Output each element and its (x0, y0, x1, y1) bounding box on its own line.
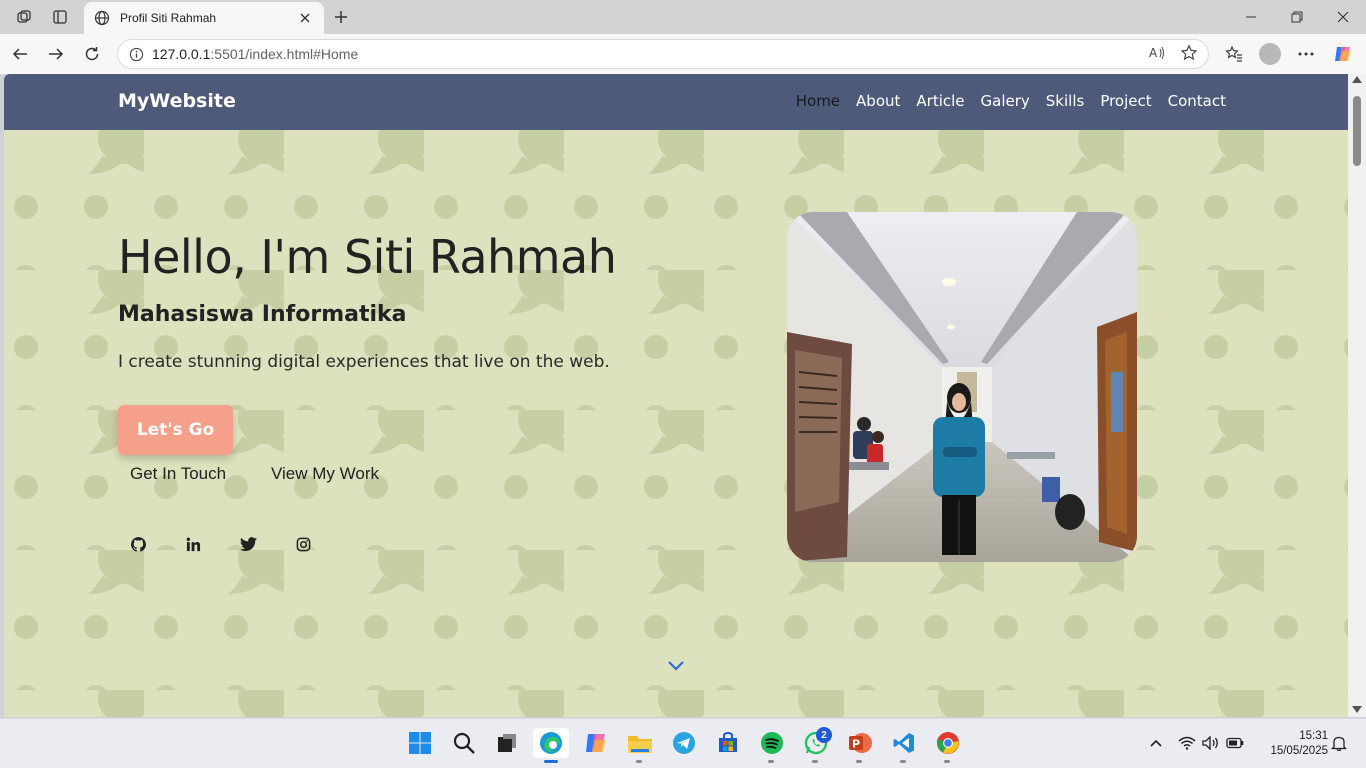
nav-link-project[interactable]: Project (1100, 92, 1151, 110)
avatar (1259, 43, 1281, 65)
globe-icon (94, 10, 110, 26)
url-host: 127.0.0.1 (152, 46, 211, 62)
chevron-up-icon[interactable] (1147, 734, 1165, 752)
windows-start-icon[interactable] (405, 728, 435, 758)
system-clock[interactable]: 15:31 15/05/2025 (1254, 729, 1328, 759)
refresh-icon[interactable] (80, 42, 104, 66)
profile-avatar[interactable] (1258, 42, 1282, 66)
wifi-icon[interactable] (1178, 734, 1196, 752)
svg-text:A: A (1149, 46, 1158, 60)
powerpoint-indicator (856, 760, 862, 763)
site-navbar: MyWebsite Home About Article Galery Skil… (4, 74, 1348, 130)
url-path: :5501/index.html#Home (210, 46, 359, 62)
task-view-icon[interactable] (492, 728, 522, 758)
scroll-down-icon[interactable] (1352, 706, 1362, 713)
notification-bell-icon[interactable] (1330, 734, 1348, 752)
favorites-icon[interactable] (1222, 42, 1246, 66)
close-tab-icon[interactable] (296, 9, 314, 27)
minimize-icon[interactable] (1228, 0, 1274, 34)
explorer-indicator (636, 760, 642, 763)
tab-strip: Profil Siti Rahmah (0, 0, 1366, 34)
tab-title: Profil Siti Rahmah (120, 11, 217, 25)
back-icon[interactable] (8, 42, 32, 66)
whatsapp-indicator (812, 760, 818, 763)
github-icon[interactable] (128, 534, 148, 554)
chevron-down-icon[interactable] (666, 658, 686, 672)
microsoft-store-icon[interactable] (713, 728, 743, 758)
chrome-indicator (944, 760, 950, 763)
spotify-indicator (768, 760, 774, 763)
search-icon[interactable] (449, 728, 479, 758)
read-aloud-icon[interactable]: A (1148, 45, 1166, 64)
svg-text:P: P (852, 738, 860, 751)
nav-link-galery[interactable]: Galery (981, 92, 1030, 110)
nav-link-about[interactable]: About (856, 92, 900, 110)
battery-icon[interactable] (1226, 734, 1244, 752)
more-options-icon[interactable] (1294, 42, 1318, 66)
vscode-icon[interactable] (889, 728, 919, 758)
nav-link-home[interactable]: Home (796, 92, 840, 110)
restore-icon[interactable] (1274, 0, 1320, 34)
vscode-indicator (900, 760, 906, 763)
nav-link-skills[interactable]: Skills (1046, 92, 1085, 110)
view-my-work-link[interactable]: View My Work (271, 464, 379, 484)
browser-tab[interactable]: Profil Siti Rahmah (84, 2, 324, 34)
get-in-touch-link[interactable]: Get In Touch (130, 464, 226, 484)
lets-go-button[interactable]: Let's Go (118, 405, 233, 455)
scrollbar-thumb[interactable] (1353, 96, 1361, 166)
chrome-icon[interactable] (933, 728, 963, 758)
copilot-app-icon[interactable] (581, 728, 611, 758)
hero-subtitle: Mahasiswa Informatika (118, 302, 407, 327)
favorite-star-icon[interactable] (1180, 43, 1198, 65)
page-viewport: MyWebsite Home About Article Galery Skil… (4, 74, 1348, 717)
instagram-icon[interactable] (293, 534, 313, 554)
hero-description: I create stunning digital experiences th… (118, 352, 610, 372)
new-tab-icon[interactable] (330, 6, 352, 28)
address-bar[interactable]: 127.0.0.1:5501/index.html#Home A (117, 39, 1209, 69)
file-explorer-icon[interactable] (625, 728, 655, 758)
whatsapp-badge: 2 (816, 727, 832, 743)
workspaces-icon[interactable] (13, 6, 35, 28)
close-window-icon[interactable] (1320, 0, 1366, 34)
linkedin-icon[interactable] (183, 534, 203, 554)
clock-time: 15:31 (1299, 730, 1328, 742)
site-info-icon[interactable] (128, 46, 144, 62)
site-menu: Home About Article Galery Skills Project… (796, 92, 1226, 110)
browser-toolbar: 127.0.0.1:5501/index.html#Home A (0, 34, 1366, 74)
edge-active-indicator (544, 760, 558, 763)
telegram-icon[interactable] (669, 728, 699, 758)
vertical-tabs-icon[interactable] (49, 6, 71, 28)
page-scrollbar[interactable] (1348, 74, 1366, 717)
nav-link-contact[interactable]: Contact (1168, 92, 1226, 110)
profile-photo (787, 212, 1137, 562)
twitter-icon[interactable] (238, 534, 258, 554)
powerpoint-icon[interactable]: P (845, 728, 875, 758)
volume-icon[interactable] (1202, 734, 1220, 752)
forward-icon[interactable] (44, 42, 68, 66)
hero-title: Hello, I'm Siti Rahmah (118, 230, 617, 284)
spotify-icon[interactable] (757, 728, 787, 758)
clock-date: 15/05/2025 (1270, 745, 1328, 757)
copilot-icon[interactable] (1331, 42, 1355, 66)
site-brand[interactable]: MyWebsite (118, 90, 236, 112)
scroll-up-icon[interactable] (1352, 76, 1362, 83)
edge-browser-icon[interactable] (533, 728, 569, 758)
nav-link-article[interactable]: Article (916, 92, 964, 110)
